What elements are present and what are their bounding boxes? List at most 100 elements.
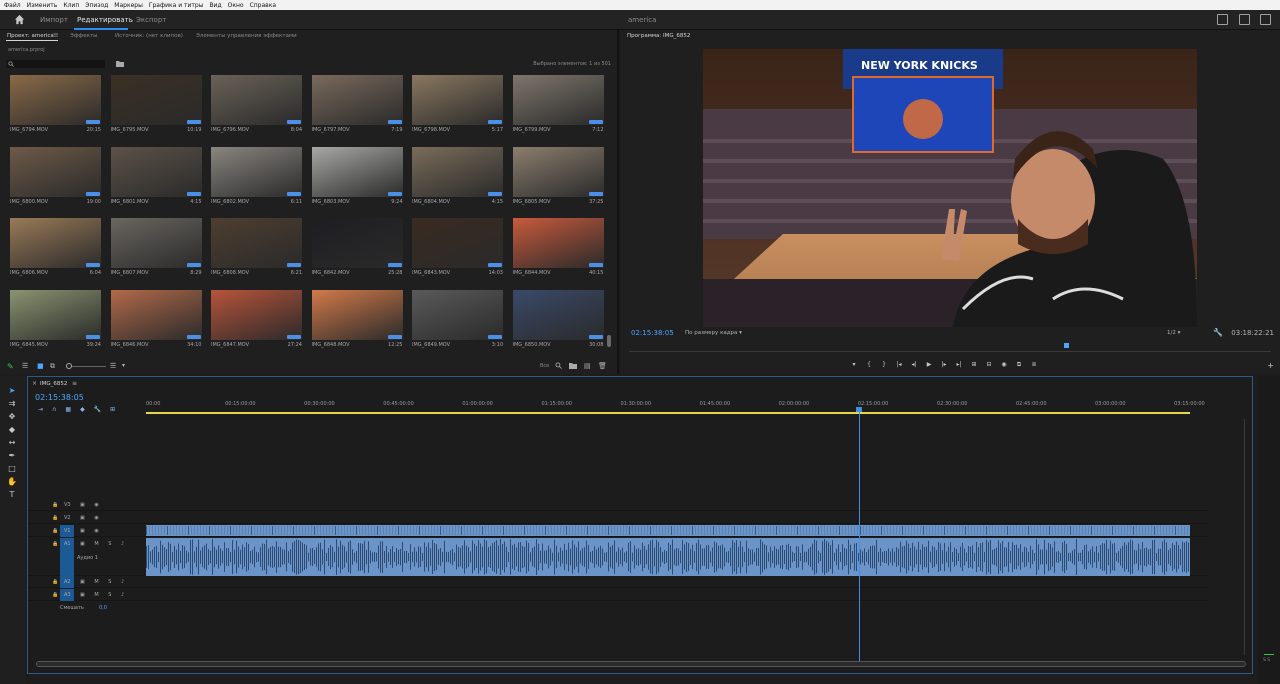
transport-button[interactable]: ⧈ (1031, 362, 1037, 368)
transport-button[interactable]: ⊟ (986, 362, 992, 368)
clip-name[interactable]: IMG_6849.MOV (412, 342, 450, 348)
transport-button[interactable]: ▸| (956, 362, 962, 368)
clip-thumbnail[interactable] (311, 75, 403, 125)
ripple-edit-tool-icon[interactable]: ✥ (7, 412, 17, 422)
tab-export[interactable]: Экспорт (136, 16, 166, 24)
razor-tool-icon[interactable]: ◆ (7, 425, 17, 435)
clip-thumbnail[interactable] (110, 289, 202, 340)
trash-icon[interactable]: 🗑 (598, 362, 607, 370)
clip-name[interactable]: IMG_6796.MOV (211, 127, 249, 133)
home-icon[interactable] (14, 14, 25, 25)
tab-effects[interactable]: Эффекты (70, 33, 98, 39)
clip-name[interactable]: IMG_6797.MOV (312, 127, 350, 133)
tab-source[interactable]: Источник: (нет клипов) (115, 33, 183, 39)
folder-icon[interactable] (569, 362, 577, 369)
find-icon[interactable] (555, 362, 562, 369)
mix-value[interactable]: 0,0 (99, 605, 107, 611)
transport-button[interactable]: ⊞ (971, 362, 977, 368)
timeline-vertical-scrollbar[interactable] (1244, 419, 1248, 655)
clip-name[interactable]: IMG_6844.MOV (513, 270, 551, 276)
transport-button[interactable]: ◂| (911, 362, 917, 368)
transport-button[interactable]: ◉ (1001, 362, 1007, 368)
hand-tool-icon[interactable]: ✋ (7, 477, 17, 487)
panel-menu-icon[interactable]: ≡ (53, 31, 59, 39)
clip-name[interactable]: IMG_6803.MOV (312, 199, 350, 205)
slip-tool-icon[interactable]: ↔ (7, 438, 17, 448)
add-button-icon[interactable]: + (1267, 361, 1274, 370)
list-view-icon[interactable]: ☰ (22, 362, 28, 370)
clip-thumbnail[interactable] (512, 218, 604, 268)
sort-dropdown-icon[interactable]: ▾ (122, 362, 125, 369)
menu-item[interactable]: Эпизод (85, 2, 108, 9)
program-timecode[interactable]: 02:15:38:05 (631, 329, 674, 337)
fit-dropdown[interactable]: По размеру кадра ▾ (685, 330, 742, 336)
share-icon[interactable] (1239, 14, 1250, 25)
program-scrubber[interactable] (629, 346, 1271, 352)
track-buttons[interactable]: ▣ ◉ (80, 502, 103, 508)
clip-name[interactable]: IMG_6846.MOV (111, 342, 149, 348)
clip-name[interactable]: IMG_6805.MOV (513, 199, 551, 205)
project-scrollbar[interactable] (607, 335, 611, 347)
fullscreen-icon[interactable] (1260, 14, 1271, 25)
new-bin-icon[interactable] (116, 60, 124, 67)
quick-export-icon[interactable] (1217, 14, 1228, 25)
clip-name[interactable]: IMG_6807.MOV (111, 270, 149, 276)
new-item-icon[interactable]: ▤ (584, 362, 591, 370)
clip-name[interactable]: IMG_6794.MOV (10, 127, 48, 133)
track-buttons[interactable]: ▣ ◉ (80, 528, 103, 534)
tab-import[interactable]: Импорт (40, 16, 68, 24)
pen-tool-icon[interactable]: ✒ (7, 451, 17, 461)
transport-button[interactable]: { (866, 362, 872, 368)
transport-button[interactable]: |▸ (941, 362, 947, 368)
program-playhead[interactable] (1064, 343, 1069, 348)
menu-item[interactable]: Графика и титры (149, 2, 204, 9)
transport-button[interactable]: ▾ (851, 362, 857, 368)
panel-menu-icon[interactable]: ≡ (72, 380, 77, 387)
timeline-timecode[interactable]: 02:15:38:05 (35, 393, 84, 402)
resolution-dropdown[interactable]: 1/2 ▾ (1167, 330, 1180, 336)
menu-item[interactable]: Справка (250, 2, 276, 9)
freeform-view-icon[interactable]: ⧉ (50, 362, 55, 371)
transport-button[interactable]: ▶ (926, 362, 932, 368)
menu-item[interactable]: Клип (63, 2, 79, 9)
timeline-playhead[interactable] (859, 409, 860, 663)
clip-name[interactable]: IMG_6850.MOV (513, 342, 551, 348)
track-lock-icon[interactable]: 🔒 (52, 515, 58, 521)
clip-name[interactable]: IMG_6801.MOV (111, 199, 149, 205)
track-buttons[interactable]: ▣ ◉ (80, 515, 103, 521)
clip-thumbnail[interactable] (412, 75, 503, 125)
menu-item[interactable]: Окно (228, 2, 244, 9)
clip-thumbnail[interactable] (211, 75, 302, 125)
clip-name[interactable]: IMG_6798.MOV (412, 127, 450, 133)
audio-clip[interactable] (146, 538, 1190, 576)
close-icon[interactable]: × (32, 380, 37, 387)
track-select-tool-icon[interactable]: ⇉ (7, 399, 17, 409)
clip-name[interactable]: IMG_6843.MOV (412, 270, 450, 276)
clip-thumbnail[interactable] (512, 146, 604, 197)
clip-thumbnail[interactable] (311, 218, 403, 268)
clip-name[interactable]: IMG_6808.MOV (211, 270, 249, 276)
wrench-icon[interactable]: 🔧 (1213, 328, 1223, 337)
timeline-horizontal-scrollbar[interactable] (36, 661, 1246, 667)
menu-item[interactable]: Вид (209, 2, 221, 9)
menu-item[interactable]: Файл (4, 2, 21, 9)
clip-thumbnail[interactable] (412, 289, 503, 340)
track-buttons[interactable]: ▣ M S ♪ (80, 592, 128, 598)
clip-name[interactable]: IMG_6802.MOV (211, 199, 249, 205)
clip-thumbnail[interactable] (110, 146, 202, 197)
track-buttons[interactable]: ▣ M S ♪ (80, 579, 128, 585)
zoom-slider-handle[interactable] (66, 363, 72, 369)
clip-name[interactable]: IMG_6795.MOV (111, 127, 149, 133)
clip-name[interactable]: IMG_6806.MOV (10, 270, 48, 276)
clip-thumbnail[interactable] (311, 146, 403, 197)
work-area-bar[interactable] (146, 412, 1190, 414)
menu-item[interactable]: Изменить (27, 2, 58, 9)
clip-thumbnail[interactable] (110, 75, 202, 125)
zoom-slider[interactable] (66, 366, 106, 367)
transport-button[interactable]: ⧉ (1016, 362, 1022, 368)
clip-name[interactable]: IMG_6847.MOV (211, 342, 249, 348)
clip-thumbnail[interactable] (412, 218, 503, 268)
clip-thumbnail[interactable] (512, 75, 604, 125)
clip-name[interactable]: IMG_6848.MOV (312, 342, 350, 348)
clip-thumbnail[interactable] (10, 146, 101, 197)
